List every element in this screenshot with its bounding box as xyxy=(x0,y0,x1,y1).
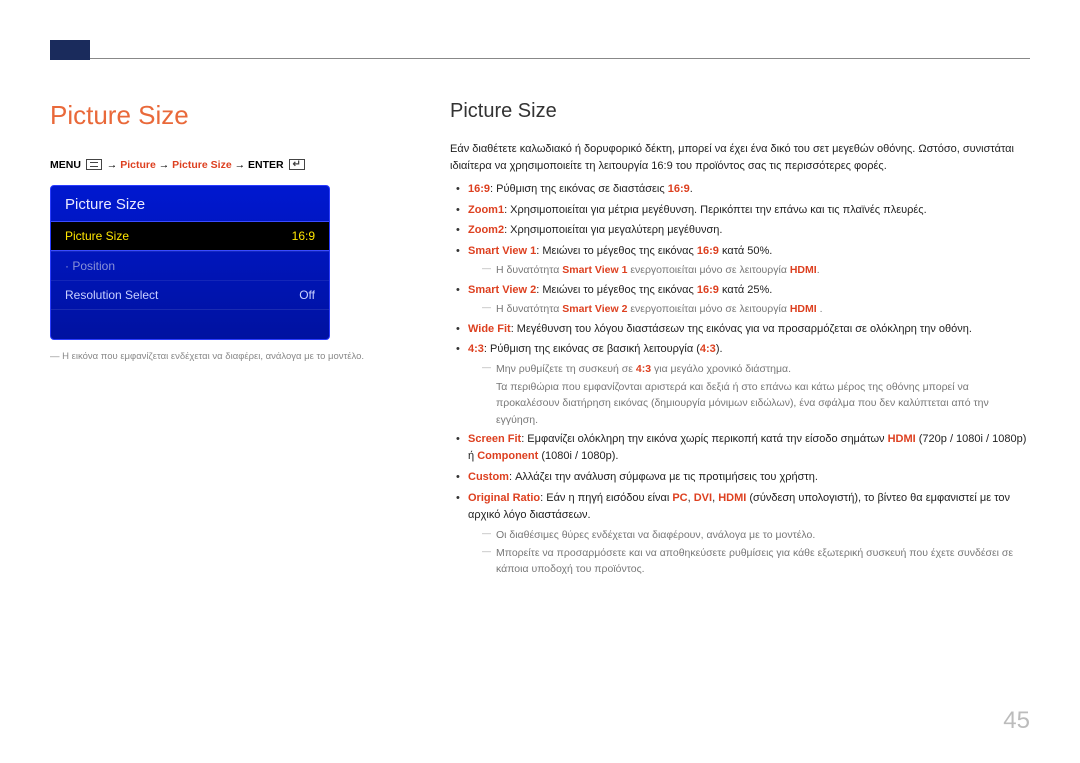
kw-sv2-note: Smart View 2 xyxy=(562,303,627,315)
kw-sv2-169: 16:9 xyxy=(697,284,719,296)
kw-original-ratio: Original Ratio xyxy=(468,492,540,504)
kw-hdmi: HDMI xyxy=(790,303,817,315)
kw-dvi: DVI xyxy=(694,492,712,504)
kw-sv1-note: Smart View 1 xyxy=(562,264,627,276)
text: : Χρησιμοποιείται για μέτρια μεγέθυνση. … xyxy=(504,204,927,216)
kw-hdmi: HDMI xyxy=(888,433,916,445)
osd-row-value: 16:9 xyxy=(292,229,315,243)
kw-4-3: 4:3 xyxy=(468,343,484,355)
option-wide-fit: Wide Fit: Μεγέθυνση του λόγου διαστάσεων… xyxy=(450,321,1030,339)
kw-wide-fit: Wide Fit xyxy=(468,323,511,335)
left-footnote: ― Η εικόνα που εμφανίζεται ενδέχεται να … xyxy=(50,350,410,364)
kw-screen-fit: Screen Fit xyxy=(468,433,521,445)
text: ενεργοποιείται μόνο σε λειτουργία xyxy=(627,264,789,276)
text: : Εμφανίζει ολόκληρη την εικόνα χωρίς πε… xyxy=(521,433,887,445)
kw-custom: Custom xyxy=(468,471,509,483)
header-rule xyxy=(90,58,1030,59)
option-smart-view-1: Smart View 1: Μειώνει το μέγεθος της εικ… xyxy=(450,243,1030,279)
kw-16-9-tail: 16:9 xyxy=(668,183,690,195)
option-16-9: 16:9: Ρύθμιση της εικόνας σε διαστάσεις … xyxy=(450,181,1030,199)
kw-hdmi: HDMI xyxy=(790,264,817,276)
option-original-ratio: Original Ratio: Εάν η πηγή εισόδου είναι… xyxy=(450,490,1030,578)
text: Μην ρυθμίζετε τη συσκευή σε xyxy=(496,363,636,375)
osd-row-position[interactable]: · Position xyxy=(51,251,329,280)
osd-footer xyxy=(51,309,329,339)
kw-zoom1: Zoom1 xyxy=(468,204,504,216)
option-screen-fit: Screen Fit: Εμφανίζει ολόκληρη την εικόν… xyxy=(450,431,1030,466)
menu-icon xyxy=(86,159,102,170)
text: : Χρησιμοποιείται για μεγαλύτερη μεγέθυν… xyxy=(504,224,722,236)
breadcrumb-enter-label: ENTER xyxy=(248,159,284,171)
osd-row-value: Off xyxy=(299,288,315,302)
note-4-3-burnin: Τα περιθώρια που εμφανίζονται αριστερά κ… xyxy=(496,377,1030,428)
text: . xyxy=(690,183,693,195)
kw-zoom2: Zoom2 xyxy=(468,224,504,236)
section-heading-left: Picture Size xyxy=(50,100,410,131)
enter-icon xyxy=(289,159,305,170)
osd-row-label: · Position xyxy=(65,259,115,273)
breadcrumb-menu-label: MENU xyxy=(50,159,81,171)
text: για μεγάλο χρονικό διάστημα. xyxy=(651,363,791,375)
osd-row-label: Resolution Select xyxy=(65,288,158,302)
kw-hdmi: HDMI xyxy=(718,492,746,504)
text: : Ρύθμιση της εικόνας σε βασική λειτουργ… xyxy=(484,343,700,355)
text: : Εάν η πηγή εισόδου είναι xyxy=(540,492,672,504)
option-4-3: 4:3: Ρύθμιση της εικόνας σε βασική λειτο… xyxy=(450,341,1030,428)
option-zoom1: Zoom1: Χρησιμοποιείται για μέτρια μεγέθυ… xyxy=(450,202,1030,220)
osd-panel: Picture Size Picture Size 16:9 · Positio… xyxy=(50,185,330,340)
note-ports-vary: Οι διαθέσιμες θύρες ενδέχεται να διαφέρο… xyxy=(482,527,1030,543)
text: κατά 25%. xyxy=(719,284,772,296)
text: Η δυνατότητα xyxy=(496,303,562,315)
text: ενεργοποιείται μόνο σε λειτουργία xyxy=(627,303,789,315)
menu-breadcrumb: MENU → Picture → Picture Size → ENTER xyxy=(50,159,410,171)
text: : Αλλάζει την ανάλυση σύμφωνα με τις προ… xyxy=(509,471,818,483)
header-accent-block xyxy=(50,40,90,60)
text: κατά 50%. xyxy=(719,245,772,257)
breadcrumb-seg-picture-size: Picture Size xyxy=(172,159,232,171)
text: : Μεγέθυνση του λόγου διαστάσεων της εικ… xyxy=(511,323,972,335)
note-save-per-device: Μπορείτε να προσαρμόσετε και να αποθηκεύ… xyxy=(482,545,1030,578)
text: . xyxy=(817,303,823,315)
left-column: Picture Size MENU → Picture → Picture Si… xyxy=(50,100,410,581)
option-smart-view-2: Smart View 2: Μειώνει το μέγεθος της εικ… xyxy=(450,282,1030,318)
text: Η δυνατότητα xyxy=(496,264,562,276)
text: . xyxy=(817,264,820,276)
kw-16-9: 16:9 xyxy=(468,183,490,195)
option-custom: Custom: Αλλάζει την ανάλυση σύμφωνα με τ… xyxy=(450,469,1030,487)
option-zoom2: Zoom2: Χρησιμοποιείται για μεγαλύτερη με… xyxy=(450,222,1030,240)
text: ). xyxy=(716,343,723,355)
text: (1080i / 1080p). xyxy=(538,450,618,462)
osd-row-label: Picture Size xyxy=(65,229,129,243)
kw-4-3-mid: 4:3 xyxy=(700,343,716,355)
text: : Μειώνει το μέγεθος της εικόνας xyxy=(536,284,697,296)
right-column: Picture Size Εάν διαθέτετε καλωδιακό ή δ… xyxy=(450,100,1030,581)
osd-row-picture-size[interactable]: Picture Size 16:9 xyxy=(51,221,329,251)
text: : Ρύθμιση της εικόνας σε διαστάσεις xyxy=(490,183,668,195)
text: : Μειώνει το μέγεθος της εικόνας xyxy=(536,245,697,257)
options-list: 16:9: Ρύθμιση της εικόνας σε διαστάσεις … xyxy=(450,181,1030,578)
kw-pc: PC xyxy=(672,492,687,504)
osd-title: Picture Size xyxy=(51,186,329,221)
kw-component: Component xyxy=(477,450,538,462)
kw-sv2: Smart View 2 xyxy=(468,284,536,296)
note-sv1: Η δυνατότητα Smart View 1 ενεργοποιείται… xyxy=(482,262,1030,278)
kw-4-3-note: 4:3 xyxy=(636,363,651,375)
kw-sv1: Smart View 1 xyxy=(468,245,536,257)
breadcrumb-seg-picture: Picture xyxy=(120,159,156,171)
page-number: 45 xyxy=(1003,707,1030,735)
note-sv2: Η δυνατότητα Smart View 2 ενεργοποιείται… xyxy=(482,301,1030,317)
intro-paragraph: Εάν διαθέτετε καλωδιακό ή δορυφορικό δέκ… xyxy=(450,141,1030,175)
kw-sv1-169: 16:9 xyxy=(697,245,719,257)
section-heading-right: Picture Size xyxy=(450,100,1030,123)
note-4-3-warning: Μην ρυθμίζετε τη συσκευή σε 4:3 για μεγά… xyxy=(482,361,1030,428)
osd-row-resolution-select[interactable]: Resolution Select Off xyxy=(51,280,329,309)
